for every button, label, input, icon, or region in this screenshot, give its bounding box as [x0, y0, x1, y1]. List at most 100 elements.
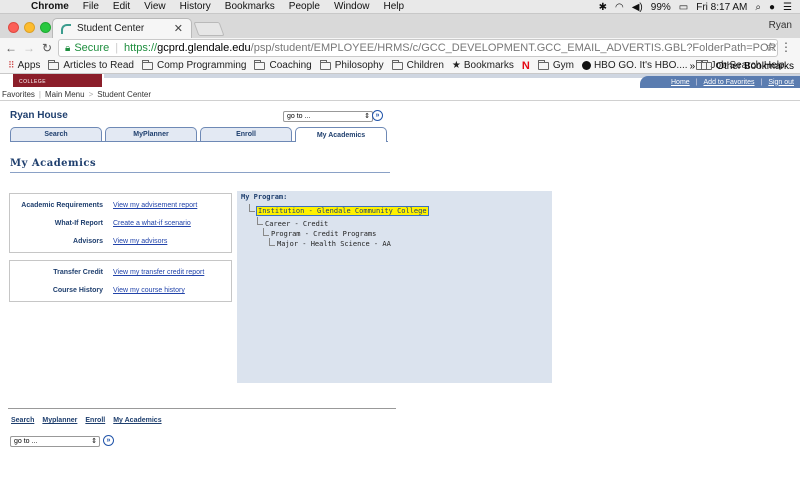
add-to-favorites-link[interactable]: Add to Favorites: [704, 79, 755, 86]
bookmark-coaching[interactable]: Coaching: [254, 59, 312, 71]
breadcrumb-student-center[interactable]: Student Center: [97, 90, 151, 99]
forward-arrow-icon[interactable]: →: [22, 41, 36, 55]
site-favicon-icon: [61, 23, 71, 34]
tree-connector: [269, 238, 275, 246]
footer-search-link[interactable]: Search: [11, 417, 34, 424]
row-label: Academic Requirements: [21, 202, 103, 209]
tree-connector: [257, 217, 263, 225]
breadcrumb-favorites[interactable]: Favorites: [2, 90, 35, 99]
bookmark-comp-programming[interactable]: Comp Programming: [141, 59, 246, 71]
profile-name[interactable]: Ryan: [769, 20, 792, 31]
tab-search[interactable]: Search: [10, 127, 102, 141]
menu-edit[interactable]: Edit: [106, 1, 137, 12]
tree-connector: [249, 204, 255, 212]
back-arrow-icon[interactable]: ←: [4, 41, 18, 55]
tab-my-academics[interactable]: My Academics: [295, 127, 387, 142]
menu-bookmarks[interactable]: Bookmarks: [218, 1, 282, 12]
advisement-report-link[interactable]: View my advisement report: [113, 202, 197, 209]
breadcrumb: Favorites | Main Menu > Student Center: [0, 89, 800, 100]
bookmark-philosophy[interactable]: Philosophy: [319, 59, 384, 71]
what-if-scenario-link[interactable]: Create a what-if scenario: [113, 220, 191, 227]
bookmark-netflix[interactable]: N: [522, 60, 530, 72]
lock-icon[interactable]: 🔒︎: [65, 43, 70, 54]
siri-icon[interactable]: ●: [769, 2, 775, 13]
close-tab-icon[interactable]: ✕: [174, 22, 183, 35]
wifi-icon[interactable]: ◠: [615, 2, 624, 13]
bookmark-label: Apps: [17, 60, 41, 71]
bookmark-articles-to-read[interactable]: Articles to Read: [48, 59, 134, 71]
menu-window[interactable]: Window: [327, 1, 377, 12]
volume-icon[interactable]: ◀): [632, 2, 643, 13]
goto-value: go to ...: [14, 438, 38, 445]
menu-history[interactable]: History: [173, 1, 218, 12]
student-tabs: Search MyPlanner Enroll My Academics: [10, 127, 388, 142]
course-history-link[interactable]: View my course history: [113, 287, 185, 294]
battery-icon[interactable]: ▭: [679, 2, 688, 13]
tree-institution: Institution - Glendale Community College: [256, 206, 429, 216]
link-divider: |: [695, 78, 698, 86]
breadcrumb-divider-line: [0, 100, 800, 101]
sign-out-link[interactable]: Sign out: [768, 79, 794, 86]
macos-menu-bar: Chrome File Edit View History Bookmarks …: [0, 0, 800, 14]
browser-tab-active[interactable]: Student Center ✕: [52, 18, 192, 38]
bluetooth-icon[interactable]: ✱: [599, 2, 607, 13]
bookmarks-overflow-button[interactable]: »: [690, 61, 696, 72]
go-button-bottom[interactable]: »: [103, 435, 114, 446]
bookmark-apps[interactable]: ⠿ Apps: [8, 60, 40, 71]
reload-icon[interactable]: ↻: [40, 41, 54, 55]
other-bookmarks[interactable]: Other Bookmarks: [716, 61, 794, 72]
bookmark-label: HBO GO. It's HBO....: [593, 60, 688, 71]
app-menu-chrome[interactable]: Chrome: [24, 1, 76, 12]
major-node: Major - Health Science - AA: [277, 240, 391, 248]
goto-select-bottom[interactable]: go to ... ⇕: [10, 436, 100, 447]
status-area: ✱ ◠ ◀) 99% ▭ Fri 8:17 AM ⌕ ● ☰: [599, 0, 792, 14]
chrome-menu-icon[interactable]: ⋮: [780, 40, 792, 54]
breadcrumb-main-menu[interactable]: Main Menu: [45, 90, 85, 99]
link-divider: |: [760, 78, 763, 86]
zoom-window-button[interactable]: [40, 22, 51, 33]
academics-panel-2: Transfer Credit View my transfer credit …: [9, 260, 232, 302]
clock[interactable]: Fri 8:17 AM: [696, 2, 747, 13]
menu-people[interactable]: People: [282, 1, 327, 12]
bookmark-hbo-go[interactable]: HBO GO. It's HBO....: [581, 60, 688, 71]
tab-title: Student Center: [77, 23, 145, 34]
my-program-panel: My Program: Institution - Glendale Commu…: [237, 191, 552, 383]
footer-enroll-link[interactable]: Enroll: [85, 417, 105, 424]
institution-node[interactable]: Institution - Glendale Community College: [256, 206, 429, 216]
bookmark-gym[interactable]: Gym: [537, 59, 574, 71]
go-button-top[interactable]: »: [372, 110, 383, 121]
footer-myplanner-link[interactable]: Myplanner: [42, 417, 77, 424]
browser-toolbar: ← → ↻ 🔒︎ Secure | https:// gcprd.glendal…: [0, 38, 800, 58]
breadcrumb-chevron-icon: >: [88, 90, 94, 99]
bookmark-star-icon[interactable]: ☆: [765, 40, 776, 54]
address-bar[interactable]: 🔒︎ Secure | https:// gcprd.glendale.edu …: [58, 39, 778, 57]
url-path: /psp/student/EMPLOYEE/HRMS/c/GCC_DEVELOP…: [250, 42, 777, 54]
page-title: My Academics: [10, 158, 97, 169]
transfer-credit-report-link[interactable]: View my transfer credit report: [113, 269, 204, 276]
row-course-history: Course History View my course history: [10, 287, 233, 299]
tab-enroll[interactable]: Enroll: [200, 127, 292, 141]
new-tab-button[interactable]: [193, 22, 225, 36]
tab-myplanner[interactable]: MyPlanner: [105, 127, 197, 141]
view-advisors-link[interactable]: View my advisors: [113, 238, 167, 245]
menu-view[interactable]: View: [137, 1, 173, 12]
minimize-window-button[interactable]: [24, 22, 35, 33]
folder-icon: [391, 59, 403, 70]
bookmark-label: Coaching: [269, 60, 312, 71]
notification-center-icon[interactable]: ☰: [783, 2, 792, 13]
home-link[interactable]: Home: [671, 79, 690, 86]
footer-my-academics-link[interactable]: My Academics: [113, 417, 161, 424]
folder-icon: [319, 59, 331, 70]
goto-select-top[interactable]: go to ... ⇕: [283, 111, 373, 122]
bookmark-children[interactable]: Children: [391, 59, 444, 71]
bookmark-bookmarks[interactable]: ★ Bookmarks: [452, 60, 514, 71]
spotlight-icon[interactable]: ⌕: [755, 2, 761, 13]
close-window-button[interactable]: [8, 22, 19, 33]
college-logo[interactable]: COLLEGE: [10, 74, 102, 87]
row-label: Course History: [52, 287, 103, 294]
menu-file[interactable]: File: [76, 1, 106, 12]
menu-help[interactable]: Help: [377, 1, 412, 12]
bookmarks-right: » Other Bookmarks: [690, 58, 794, 74]
row-transfer-credit: Transfer Credit View my transfer credit …: [10, 269, 233, 281]
footer-links: Search Myplanner Enroll My Academics: [11, 417, 162, 424]
